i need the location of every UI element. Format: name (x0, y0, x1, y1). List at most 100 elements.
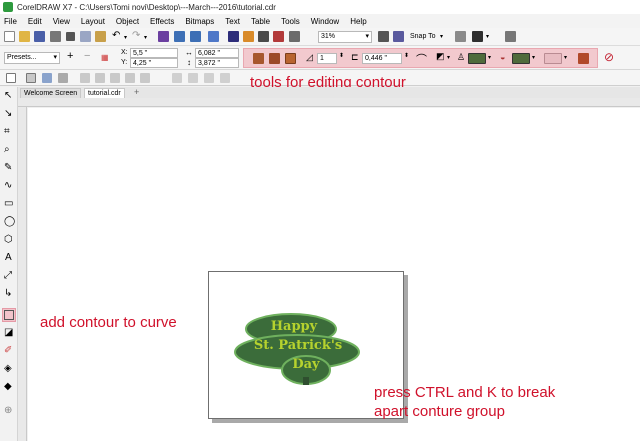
corel-connect-icon[interactable] (228, 31, 239, 42)
menu-edit[interactable]: Edit (28, 17, 42, 26)
shape-tool-icon[interactable]: ↘ (4, 108, 12, 119)
search-content-icon[interactable] (158, 31, 169, 42)
trim-icon[interactable] (125, 73, 135, 83)
welcome-screen-icon[interactable] (273, 31, 284, 42)
group-icon[interactable] (42, 73, 52, 83)
menu-object[interactable]: Object (116, 17, 139, 26)
parallel-dimension-tool-icon[interactable]: ⤢ (4, 270, 12, 281)
menu-table[interactable]: Table (251, 17, 270, 26)
contour-color-direction-icon[interactable]: ◩ (436, 51, 445, 62)
contour-corners-icon[interactable]: ⌒ (416, 51, 427, 67)
presets-dropdown[interactable]: Presets... ▾ (4, 52, 60, 64)
offset-spinner-icon[interactable]: ⬍ (404, 52, 409, 59)
undo-icon[interactable]: ↶ (112, 30, 120, 41)
color-eyedropper-icon[interactable]: ✐ (4, 345, 12, 356)
export-icon[interactable] (190, 31, 201, 42)
fill-color-swatch[interactable] (512, 53, 530, 64)
outline-color-dropdown-icon[interactable]: ▾ (488, 54, 491, 61)
menu-view[interactable]: View (53, 17, 70, 26)
view-mode-icon[interactable] (289, 31, 300, 42)
tab-tutorial-cdr[interactable]: tutorial.cdr (84, 88, 125, 98)
freehand-tool-icon[interactable]: ✎ (4, 162, 12, 173)
redo-dropdown-icon[interactable]: ▾ (144, 34, 147, 41)
end-color-dropdown-icon[interactable]: ▾ (564, 54, 567, 61)
intersect-icon[interactable] (140, 73, 150, 83)
page-layout-icon[interactable] (6, 73, 16, 83)
height-field[interactable]: 3,872 " (195, 58, 239, 68)
outside-contour-icon[interactable] (285, 53, 296, 64)
snap-dropdown-icon[interactable]: ▾ (440, 33, 443, 40)
application-launcher-icon[interactable] (243, 31, 254, 42)
pick-tool-icon[interactable]: ↖ (4, 90, 12, 101)
vertical-ruler[interactable] (18, 107, 27, 441)
y-position-field[interactable]: 4,25 " (130, 58, 178, 68)
menu-file[interactable]: File (4, 17, 17, 26)
full-screen-preview-icon[interactable] (258, 31, 269, 42)
select-all-icon[interactable] (26, 73, 36, 83)
tab-welcome-screen[interactable]: Welcome Screen (20, 88, 82, 98)
connector-tool-icon[interactable]: ↳ (4, 288, 12, 299)
publish-pdf-icon[interactable] (208, 31, 219, 42)
combine-icon[interactable] (80, 73, 90, 83)
outline-color-swatch[interactable] (468, 53, 486, 64)
redo-icon[interactable]: ↷ (132, 30, 140, 41)
undo-dropdown-icon[interactable]: ▾ (124, 34, 127, 41)
align-icon[interactable] (172, 73, 182, 83)
x-position-field[interactable]: 5,5 " (130, 48, 178, 58)
object-origin-icon[interactable]: ▦ (101, 53, 109, 62)
polygon-tool-icon[interactable]: ⬡ (4, 234, 13, 245)
contour-steps-field[interactable]: 1 (317, 53, 337, 64)
horizontal-ruler[interactable] (18, 98, 640, 107)
paste-icon[interactable] (95, 31, 106, 42)
smart-fill-tool-icon[interactable]: ◆ (4, 381, 12, 392)
menu-bitmaps[interactable]: Bitmaps (185, 17, 214, 26)
to-center-icon[interactable] (253, 53, 264, 64)
steps-spinner-icon[interactable]: ⬍ (339, 52, 344, 59)
order-back-icon[interactable] (204, 73, 214, 83)
add-preset-icon[interactable]: + (67, 50, 73, 62)
convert-to-curves-icon[interactable] (220, 73, 230, 83)
rulers-icon[interactable] (393, 31, 404, 42)
crop-tool-icon[interactable]: ⌗ (4, 126, 10, 137)
end-color-swatch[interactable] (544, 53, 562, 64)
copy-icon[interactable] (80, 31, 91, 42)
new-tab-icon[interactable]: + (134, 87, 139, 97)
settings-dropdown-icon[interactable]: ▾ (486, 33, 489, 40)
fill-color-dropdown-icon[interactable]: ▾ (532, 54, 535, 61)
contour-offset-field[interactable]: 0,446 " (362, 53, 402, 64)
color-direction-dropdown-icon[interactable]: ▾ (447, 54, 450, 61)
contour-acceleration-icon[interactable] (578, 53, 589, 64)
inside-contour-icon[interactable] (269, 53, 280, 64)
width-field[interactable]: 6,082 " (195, 48, 239, 58)
menu-tools[interactable]: Tools (281, 17, 300, 26)
customize-toolbox-icon[interactable]: ⊕ (4, 405, 12, 416)
remove-preset-icon[interactable]: − (84, 50, 90, 62)
menu-help[interactable]: Help (350, 17, 366, 26)
rectangle-tool-icon[interactable]: ▭ (4, 198, 13, 209)
zoom-tool-icon[interactable]: ⌕ (4, 144, 10, 155)
save-icon[interactable] (34, 31, 45, 42)
snap-to-label[interactable]: Snap To (410, 32, 436, 41)
menu-window[interactable]: Window (311, 17, 339, 26)
weld-icon[interactable] (110, 73, 120, 83)
interactive-fill-tool-icon[interactable]: ◈ (4, 363, 12, 374)
menu-layout[interactable]: Layout (81, 17, 105, 26)
print-icon[interactable] (50, 31, 61, 42)
cut-icon[interactable] (66, 32, 75, 41)
options-icon[interactable] (455, 31, 466, 42)
menu-effects[interactable]: Effects (150, 17, 174, 26)
ellipse-tool-icon[interactable]: ◯ (4, 216, 15, 227)
ungroup-icon[interactable] (58, 73, 68, 83)
artistic-media-tool-icon[interactable]: ∿ (4, 180, 12, 191)
import-icon[interactable] (174, 31, 185, 42)
clear-contour-icon[interactable]: ⊘ (604, 50, 614, 64)
launch-icon[interactable] (505, 31, 516, 42)
open-folder-icon[interactable] (19, 31, 30, 42)
transparency-tool-icon[interactable]: ◪ (4, 327, 13, 338)
hand-grid-icon[interactable] (378, 31, 389, 42)
zoom-level-field[interactable]: 31% ▾ (318, 31, 372, 43)
menu-text[interactable]: Text (225, 17, 240, 26)
contour-tool-button[interactable] (2, 308, 16, 322)
order-front-icon[interactable] (188, 73, 198, 83)
new-document-icon[interactable] (4, 31, 15, 42)
